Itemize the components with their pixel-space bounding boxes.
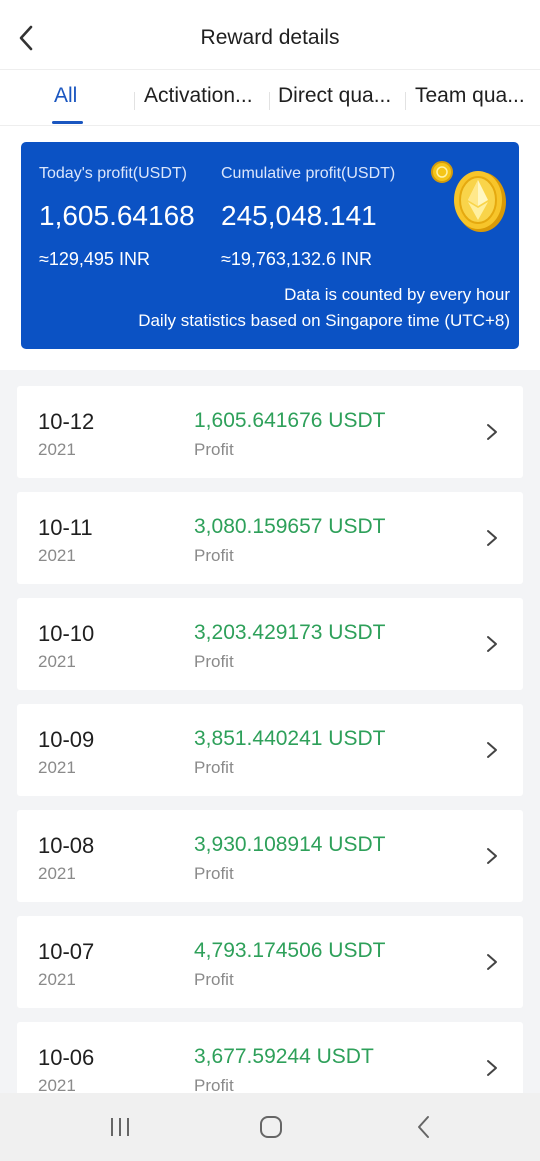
page-title: Reward details (200, 26, 340, 49)
record-year: 2021 (38, 970, 76, 989)
app-screen: Reward details All Activation... Direct … (0, 0, 540, 1161)
record-date: 10-06 (38, 1045, 95, 1070)
cumulative-profit-label: Cumulative profit(USDT) (221, 165, 396, 182)
today-profit-value: 1,605.64168 (39, 200, 195, 231)
record-amount: 3,851.440241 USDT (194, 727, 386, 750)
tab-divider (405, 92, 406, 110)
profit-summary-card: Today's profit(USDT) Cumulative profit(U… (21, 142, 519, 349)
reward-records-list[interactable]: 10-12 2021 1,605.641676 USDT Profit 10-1… (0, 370, 540, 1093)
home-icon (260, 1116, 282, 1138)
cumulative-profit-inr: ≈19,763,132.6 INR (221, 249, 372, 269)
record-year: 2021 (38, 440, 76, 459)
update-frequency-note: Data is counted by every hour (284, 285, 510, 304)
record-date: 10-12 (38, 409, 95, 434)
record-amount: 3,080.159657 USDT (194, 515, 386, 538)
record-row[interactable]: 10-06 2021 3,677.59244 USDT Profit (17, 1022, 523, 1093)
chevron-right-icon (487, 742, 497, 758)
record-amount: 3,677.59244 USDT (194, 1045, 374, 1068)
system-navigation-bar (0, 1093, 540, 1161)
header-bar: Reward details (0, 0, 540, 70)
tab-all[interactable]: All (54, 84, 77, 108)
tab-divider (134, 92, 135, 110)
record-year: 2021 (38, 864, 76, 883)
back-icon (418, 1116, 429, 1138)
record-type: Profit (194, 1076, 234, 1093)
tab-activation[interactable]: Activation... (144, 84, 253, 108)
ethereum-coin-icon (431, 161, 506, 232)
cumulative-profit-value: 245,048.141 (221, 200, 377, 231)
system-back-button[interactable] (404, 1111, 444, 1143)
record-type: Profit (194, 652, 234, 671)
record-date: 10-09 (38, 727, 95, 752)
recent-apps-button[interactable] (100, 1111, 140, 1143)
chevron-right-icon (487, 636, 497, 652)
record-year: 2021 (38, 546, 76, 565)
record-date: 10-07 (38, 939, 95, 964)
record-date: 10-08 (38, 833, 95, 858)
chevron-right-icon (487, 848, 497, 864)
tab-team-qualification[interactable]: Team qua... (415, 84, 525, 108)
record-type: Profit (194, 546, 234, 565)
timezone-note: Daily statistics based on Singapore time… (138, 311, 510, 330)
summary-section: Today's profit(USDT) Cumulative profit(U… (0, 126, 540, 370)
record-row[interactable]: 10-12 2021 1,605.641676 USDT Profit (17, 386, 523, 478)
record-year: 2021 (38, 652, 76, 671)
chevron-right-icon (487, 424, 497, 440)
chevron-right-icon (487, 1060, 497, 1076)
recent-apps-icon (111, 1118, 129, 1136)
tab-divider (269, 92, 270, 110)
active-tab-indicator (52, 121, 83, 124)
record-type: Profit (194, 864, 234, 883)
record-amount: 3,930.108914 USDT (194, 833, 386, 856)
record-amount: 1,605.641676 USDT (194, 409, 386, 432)
record-year: 2021 (38, 758, 76, 777)
record-date: 10-10 (38, 621, 95, 646)
tab-bar: All Activation... Direct qua... Team qua… (0, 70, 540, 126)
record-row[interactable]: 10-10 2021 3,203.429173 USDT Profit (17, 598, 523, 690)
today-profit-label: Today's profit(USDT) (39, 165, 187, 182)
record-row[interactable]: 10-09 2021 3,851.440241 USDT Profit (17, 704, 523, 796)
record-type: Profit (194, 970, 234, 989)
record-amount: 4,793.174506 USDT (194, 939, 386, 962)
tab-direct-qualification[interactable]: Direct qua... (278, 84, 391, 108)
record-row[interactable]: 10-07 2021 4,793.174506 USDT Profit (17, 916, 523, 1008)
record-row[interactable]: 10-11 2021 3,080.159657 USDT Profit (17, 492, 523, 584)
record-date: 10-11 (38, 515, 93, 540)
chevron-right-icon (487, 530, 497, 546)
record-amount: 3,203.429173 USDT (194, 621, 386, 644)
record-type: Profit (194, 440, 234, 459)
home-button[interactable] (251, 1111, 291, 1143)
record-year: 2021 (38, 1076, 76, 1093)
chevron-right-icon (487, 954, 497, 970)
record-row[interactable]: 10-08 2021 3,930.108914 USDT Profit (17, 810, 523, 902)
today-profit-inr: ≈129,495 INR (39, 249, 150, 269)
record-type: Profit (194, 758, 234, 777)
